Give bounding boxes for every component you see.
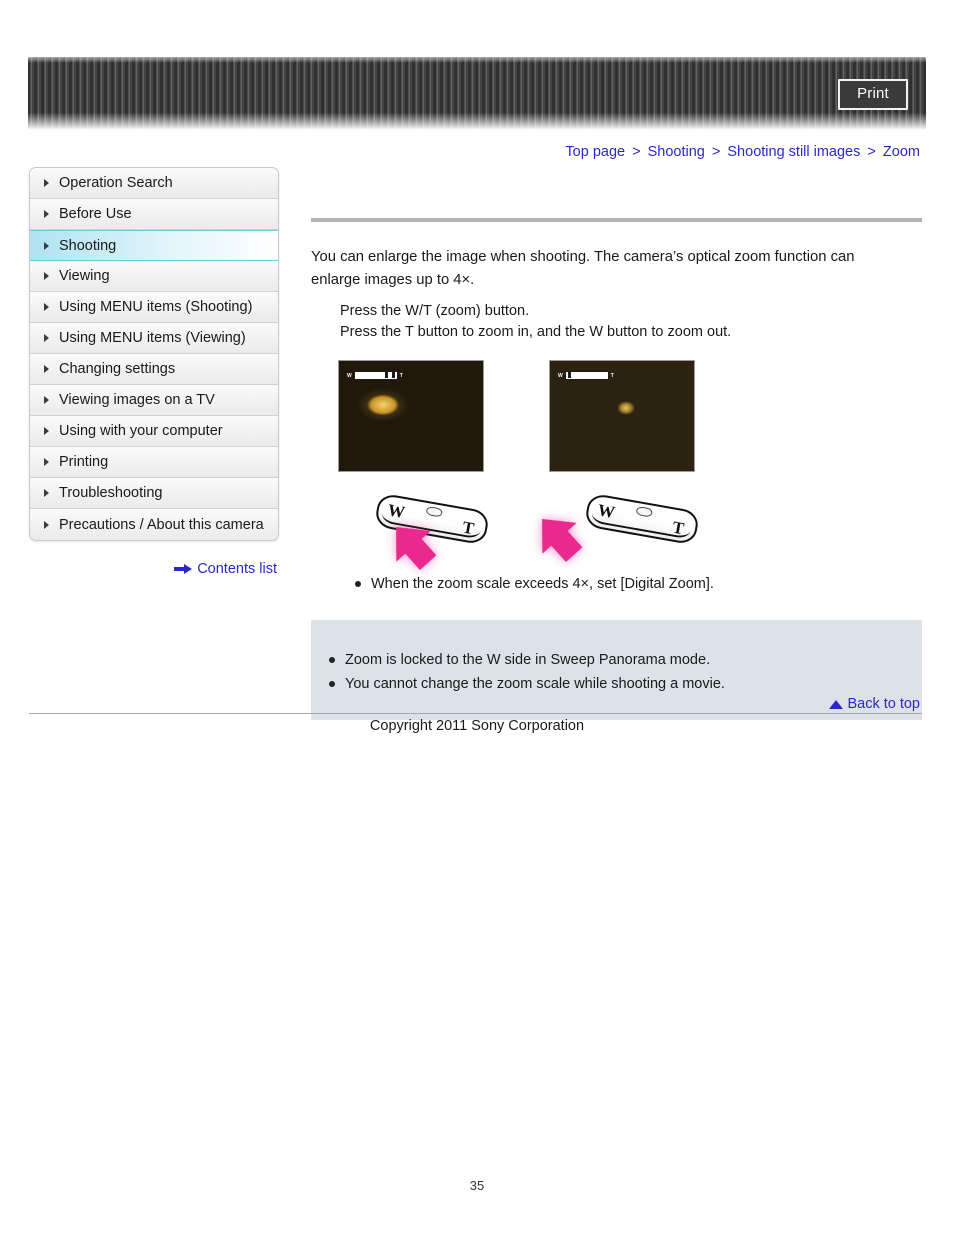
sidebar-item-using-with-your-computer[interactable]: Using with your computer	[30, 416, 278, 447]
page-number: 35	[469, 1178, 485, 1193]
chevron-right-icon	[44, 365, 49, 373]
zoom-bar-track	[564, 371, 609, 380]
zoom-bar-marker	[384, 371, 388, 378]
chevron-right-icon	[44, 396, 49, 404]
chevron-right-icon	[44, 458, 49, 466]
print-button[interactable]: Print	[838, 79, 908, 110]
sidebar-item-label: Troubleshooting	[59, 485, 163, 501]
sidebar-item-using-menu-items-shooting[interactable]: Using MENU items (Shooting)	[30, 292, 278, 323]
breadcrumb-separator: >	[632, 144, 641, 160]
photo-zoomed-in: W T	[338, 360, 484, 472]
chevron-right-icon	[44, 241, 49, 250]
zoom-bar-track	[353, 371, 398, 380]
chevron-right-icon	[44, 210, 49, 218]
zoom-bar-w-label: W	[347, 372, 352, 379]
chevron-right-icon	[44, 303, 49, 311]
chevron-right-icon	[44, 272, 49, 280]
chevron-right-icon	[44, 334, 49, 342]
step-line-2: Press the T button to zoom in, and the W…	[340, 324, 732, 340]
bullet-icon	[355, 581, 361, 587]
contents-list-label: Contents list	[197, 561, 277, 577]
tip-note: When the zoom scale exceeds 4×, set [Dig…	[355, 574, 922, 594]
breadcrumb-separator: >	[711, 144, 721, 160]
sidebar-item-label: Viewing	[59, 268, 110, 284]
sidebar-item-label: Using MENU items (Shooting)	[59, 299, 253, 315]
zoom-scale-bar-telephoto: W T	[347, 371, 403, 380]
sidebar-item-precautions-about-this-camera[interactable]: Precautions / About this camera	[30, 509, 278, 540]
figure-telephoto: W T W T	[338, 360, 548, 570]
back-to-top-link[interactable]: Back to top	[829, 695, 920, 713]
section-divider	[311, 218, 922, 222]
rocker-button-wide: W T	[524, 488, 748, 566]
note-row: You cannot change the zoom scale while s…	[329, 674, 922, 695]
zoom-bar-marker	[567, 371, 571, 378]
sidebar-item-changing-settings[interactable]: Changing settings	[30, 354, 278, 385]
triangle-up-icon	[829, 699, 844, 709]
breadcrumb-item-zoom[interactable]: Zoom	[883, 144, 920, 160]
zoom-bar-t-label: T	[399, 372, 403, 379]
arrow-right-icon	[174, 564, 193, 574]
footer-divider	[29, 713, 922, 714]
sidebar-item-operation-search[interactable]: Operation Search	[30, 168, 278, 199]
zoom-bar-t-label: T	[610, 372, 614, 379]
breadcrumb-item-shooting[interactable]: Shooting	[648, 144, 705, 160]
sidebar-item-label: Printing	[59, 454, 109, 470]
sidebar-item-viewing-images-on-a-tv[interactable]: Viewing images on a TV	[30, 385, 278, 416]
breadcrumb-separator: >	[867, 144, 876, 160]
step-line-1: Press the W/T (zoom) button.	[340, 303, 530, 319]
zoom-illustration-figure: W T W T W T W T	[311, 360, 922, 570]
sidebar-item-printing[interactable]: Printing	[30, 447, 278, 478]
sidebar-item-label: Precautions / About this camera	[59, 516, 264, 533]
chevron-right-icon	[44, 520, 49, 529]
bullet-icon	[329, 681, 335, 687]
sidebar-item-troubleshooting[interactable]: Troubleshooting	[30, 478, 278, 509]
note-text: Zoom is locked to the W side in Sweep Pa…	[345, 652, 711, 668]
copyright-text: Copyright 2011 Sony Corporation	[369, 718, 585, 734]
back-to-top-label: Back to top	[847, 696, 920, 712]
header-banner: Print	[28, 57, 926, 130]
rocker-button-telephoto: W T	[338, 488, 538, 570]
sidebar-item-shooting[interactable]: Shooting	[30, 230, 278, 261]
zoom-scale-bar-wide: W T	[558, 371, 614, 380]
sidebar-item-label: Before Use	[59, 206, 132, 222]
main-content: You can enlarge the image when shooting.…	[311, 218, 922, 720]
chevron-right-icon	[44, 179, 49, 187]
breadcrumb: Top page > Shooting > Shooting still ima…	[565, 143, 920, 161]
sidebar-item-viewing[interactable]: Viewing	[30, 261, 278, 292]
sidebar-item-label: Using MENU items (Viewing)	[59, 330, 246, 346]
sidebar-item-label: Operation Search	[59, 175, 173, 191]
sidebar-item-label: Viewing images on a TV	[59, 392, 215, 408]
figure-wide: W T W T	[524, 360, 758, 566]
sidebar-item-before-use[interactable]: Before Use	[30, 199, 278, 230]
chevron-right-icon	[44, 489, 49, 497]
sidebar-navigation: Operation Search Before Use Shooting Vie…	[29, 167, 279, 541]
sidebar-item-label: Shooting	[59, 237, 117, 254]
bullet-icon	[329, 657, 335, 663]
sidebar-item-label: Using with your computer	[59, 423, 223, 439]
intro-paragraph: You can enlarge the image when shooting.…	[311, 249, 855, 288]
contents-list-link[interactable]: Contents list	[29, 560, 277, 578]
note-text: You cannot change the zoom scale while s…	[345, 676, 725, 692]
chevron-right-icon	[44, 427, 49, 435]
sidebar-item-label: Changing settings	[59, 361, 176, 377]
breadcrumb-item-top-page[interactable]: Top page	[565, 144, 625, 160]
sidebar-item-using-menu-items-viewing[interactable]: Using MENU items (Viewing)	[30, 323, 278, 354]
note-row: Zoom is locked to the W side in Sweep Pa…	[329, 650, 922, 671]
breadcrumb-item-shooting-still-images[interactable]: Shooting still images	[727, 144, 860, 160]
photo-zoomed-out: W T	[549, 360, 695, 472]
zoom-bar-marker-secondary	[391, 371, 395, 378]
zoom-bar-w-label: W	[558, 372, 563, 379]
